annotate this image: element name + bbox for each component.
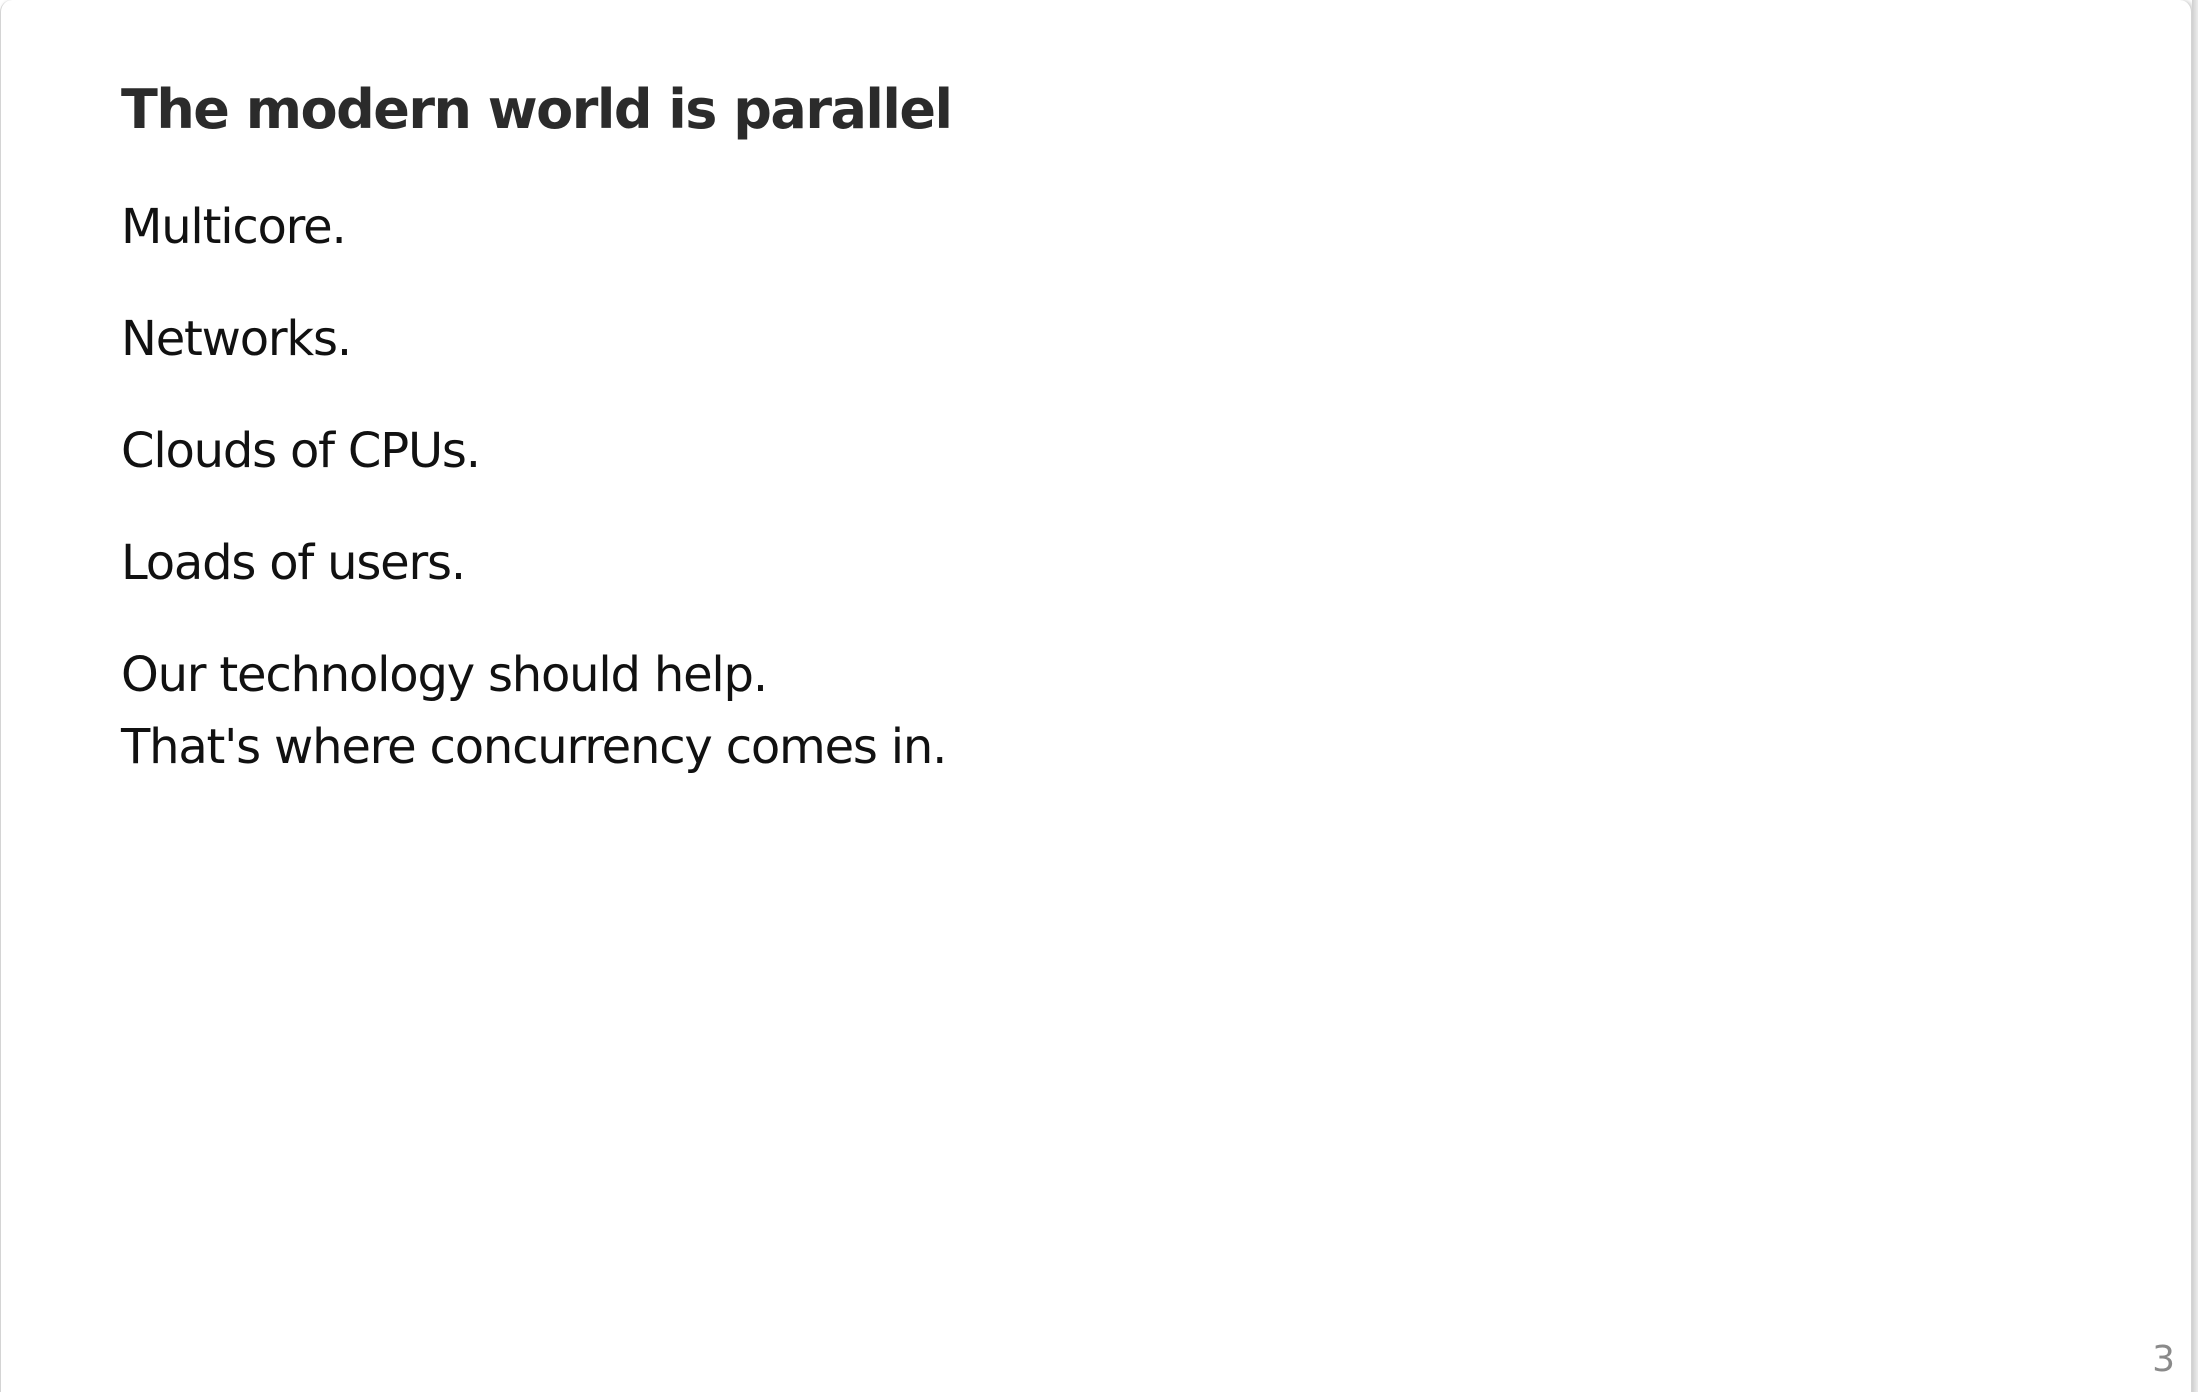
bullet-technology: Our technology should help.	[121, 647, 768, 703]
bullet-concurrency: That's where concurrency comes in.	[121, 719, 947, 775]
page-edge	[2192, 0, 2198, 1392]
slide-title: The modern world is parallel	[121, 78, 953, 141]
bullet-multicore: Multicore.	[121, 199, 347, 255]
bullet-networks: Networks.	[121, 311, 352, 367]
slide: The modern world is parallel Multicore. …	[0, 0, 2192, 1392]
bullet-users: Loads of users.	[121, 535, 466, 591]
page-number: 3	[2152, 1339, 2175, 1380]
bullet-clouds: Clouds of CPUs.	[121, 423, 481, 479]
